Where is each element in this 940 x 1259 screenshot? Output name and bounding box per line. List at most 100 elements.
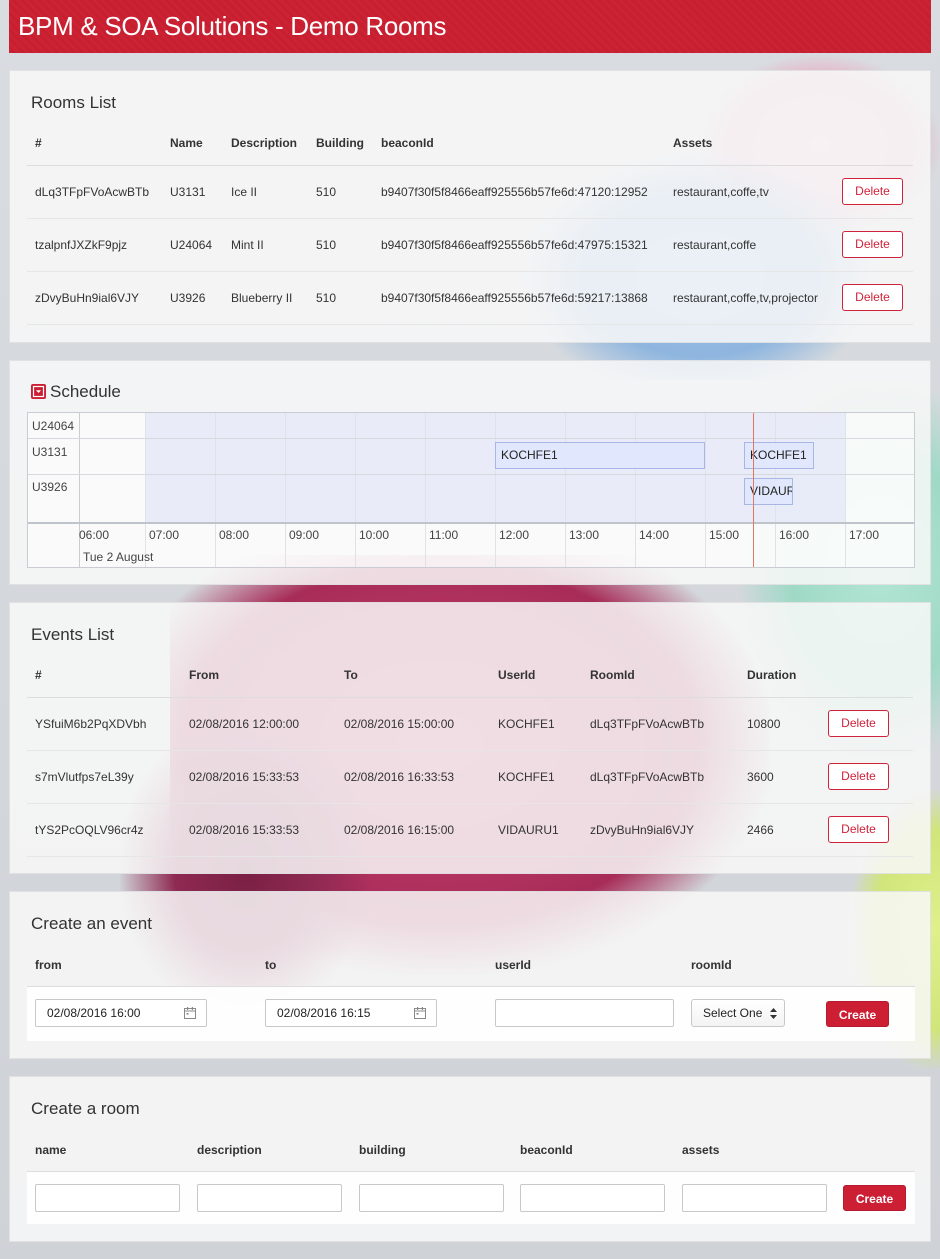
table-row: tzalpnfJXZkF9pjz U24064 Mint II 510 b940… [27,218,913,272]
event-from: 02/08/2016 15:33:53 [181,803,336,857]
hour-label: 13:00 [569,528,600,542]
room-description: Blueberry II [223,271,308,325]
room-building-input[interactable] [359,1184,504,1212]
schedule-event[interactable]: VIDAURU1 [744,478,793,505]
time-gridline [425,413,426,567]
room-description: Mint II [223,218,308,272]
event-from: 02/08/2016 12:00:00 [181,697,336,751]
column-header: # [27,653,181,698]
schedule-event[interactable]: KOCHFE1 [495,442,705,469]
table-header-row: # From To UserId RoomId Duration [27,653,913,698]
to-datetime-input[interactable]: 02/08/2016 16:15 [265,999,437,1027]
event-id: s7mVlutfps7eL39y [27,750,181,804]
from-datetime-input[interactable]: 02/08/2016 16:00 [35,999,207,1027]
collapse-toggle-icon[interactable] [31,384,46,399]
name-label: name [35,1143,67,1157]
time-gridline [705,413,706,567]
date-label: Tue 2 August [83,550,154,564]
event-to: 02/08/2016 15:00:00 [336,697,490,751]
room-beaconid-input[interactable] [520,1184,665,1212]
to-datetime-value: 02/08/2016 16:15 [277,1006,371,1020]
rooms-table: # Name Description Building beaconId Ass… [27,121,913,325]
room-name-input[interactable] [35,1184,180,1212]
create-event-button[interactable]: Create [826,1001,889,1027]
room-building: 510 [308,165,373,219]
time-gridline [565,413,566,567]
rooms-panel: Rooms List # Name Description Building b… [9,70,931,343]
delete-room-button[interactable]: Delete [842,231,903,258]
time-gridline [79,413,80,567]
delete-event-button[interactable]: Delete [828,710,889,737]
events-panel: Events List # From To UserId RoomId Dura… [9,602,931,874]
hour-label: 09:00 [289,528,320,542]
app-header: BPM & SOA Solutions - Demo Rooms [9,0,931,53]
event-id: YSfuiM6b2PqXDVbh [27,697,181,751]
room-beacon: b9407f30f5f8466eaff925556b57fe6d:47975:1… [373,218,665,272]
event-id: tYS2PcOQLV96cr4z [27,803,181,857]
from-label: from [35,958,62,972]
room-assets: restaurant,coffe,tv,projector [665,271,834,325]
room-id: tzalpnfJXZkF9pjz [27,218,162,272]
schedule-title: Schedule [50,382,121,401]
create-event-panel: Create an event from to userId roomId 02… [9,891,931,1059]
time-gridline [635,413,636,567]
hour-label: 06:00 [79,528,110,542]
roomid-select[interactable]: Select One [691,999,785,1027]
room-description: Ice II [223,165,308,219]
event-room: dLq3TFpFVoAcwBTb [582,750,739,804]
create-event-title: Create an event [31,914,152,933]
column-header: # [27,121,162,166]
event-duration: 3600 [739,750,820,804]
delete-event-button[interactable]: Delete [828,763,889,790]
column-header: Duration [739,653,820,698]
delete-event-button[interactable]: Delete [828,816,889,843]
column-header: Building [308,121,373,166]
column-header-actions [834,121,913,166]
userid-input[interactable] [495,999,674,1027]
schedule-resource: U24064 [32,419,75,433]
event-user: VIDAURU1 [490,803,582,857]
room-assets-input[interactable] [682,1184,827,1212]
column-header: From [181,653,336,698]
room-description-input[interactable] [197,1184,342,1212]
hour-label: 12:00 [499,528,530,542]
building-label: building [359,1143,406,1157]
schedule-panel: Schedule U24064 U3131 U3926 KOCHFE1 KOCH… [9,360,931,585]
assets-label: assets [682,1143,720,1157]
event-user: KOCHFE1 [490,697,582,751]
delete-room-button[interactable]: Delete [842,178,903,205]
time-gridline [845,413,846,567]
room-id: dLq3TFpFVoAcwBTb [27,165,162,219]
room-name: U3926 [162,271,223,325]
row-divider [28,474,914,475]
calendar-icon[interactable] [414,1007,426,1019]
time-gridline [355,413,356,567]
schedule-timeline: U24064 U3131 U3926 KOCHFE1 KOCHFE1 VIDAU… [27,412,915,568]
delete-room-button[interactable]: Delete [842,284,903,311]
create-room-title: Create a room [31,1099,140,1118]
calendar-icon[interactable] [184,1007,196,1019]
room-building: 510 [308,271,373,325]
column-header: To [336,653,490,698]
time-gridline [285,413,286,567]
event-to: 02/08/2016 16:15:00 [336,803,490,857]
create-room-button[interactable]: Create [843,1185,906,1211]
event-room: dLq3TFpFVoAcwBTb [582,697,739,751]
schedule-event[interactable]: KOCHFE1 [744,442,814,469]
column-header: RoomId [582,653,739,698]
from-datetime-value: 02/08/2016 16:00 [47,1006,141,1020]
create-room-panel: Create a room name description building … [9,1076,931,1242]
axis-divider [28,522,914,524]
time-gridline [495,413,496,567]
table-row: dLq3TFpFVoAcwBTb U3131 Ice II 510 b9407f… [27,165,913,219]
hour-label: 08:00 [219,528,250,542]
hour-label: 10:00 [359,528,390,542]
column-header: Name [162,121,223,166]
time-gridline [215,413,216,567]
room-beacon: b9407f30f5f8466eaff925556b57fe6d:59217:1… [373,271,665,325]
rooms-title: Rooms List [31,93,117,112]
column-header: beaconId [373,121,665,166]
events-title: Events List [31,625,115,644]
roomid-select-value: Select One [703,1006,763,1020]
table-row: YSfuiM6b2PqXDVbh 02/08/2016 12:00:00 02/… [27,697,913,751]
